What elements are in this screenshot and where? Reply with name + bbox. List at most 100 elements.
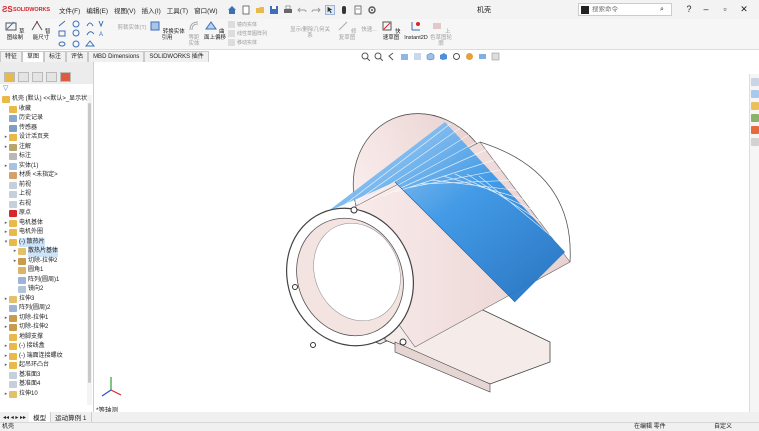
undo-icon[interactable]	[296, 5, 307, 15]
minimize-icon[interactable]: –	[700, 3, 712, 15]
menu-tools[interactable]: 工具(T)	[164, 5, 191, 15]
menu-edit[interactable]: 编辑(E)	[83, 5, 111, 15]
apply-scene-icon[interactable]	[478, 52, 487, 61]
tree-item[interactable]: 前视	[0, 181, 88, 191]
propertymanager-tab-icon[interactable]	[18, 72, 29, 82]
tree-item[interactable]: 传感器	[0, 124, 88, 134]
tree-item[interactable]: ▸ 电机外圈	[0, 228, 88, 238]
tree-item[interactable]: 收藏	[0, 105, 88, 115]
restore-icon[interactable]: ▫	[719, 3, 731, 15]
tree-item[interactable]: ▸ 电机基体	[0, 219, 88, 229]
offset-on-surface-button[interactable]: 曲面上偏移	[204, 20, 226, 41]
tree-item[interactable]: 右视	[0, 200, 88, 210]
edit-appearance-icon[interactable]	[465, 52, 474, 61]
instant2d-button[interactable]: Instant2D	[403, 20, 429, 41]
trim-entities-button[interactable]: 剪裁实体(T)	[116, 25, 148, 31]
tree-item[interactable]: 地脚支撑	[0, 333, 88, 343]
tree-item[interactable]: ▸ 拉伸10	[0, 390, 88, 400]
design-library-icon[interactable]	[751, 90, 759, 98]
tree-item[interactable]: ▸ 切除-拉伸2	[0, 323, 88, 333]
close-icon[interactable]: ✕	[738, 3, 750, 15]
dimxpertmanager-tab-icon[interactable]	[46, 72, 57, 82]
view-orientation-icon[interactable]	[426, 52, 435, 61]
file-explorer-icon[interactable]	[751, 102, 759, 110]
linear-pattern-button[interactable]: 线性草图阵列	[228, 30, 267, 37]
options-gear-icon[interactable]	[367, 5, 377, 15]
tree-item[interactable]: ▸ 拉伸3	[0, 295, 88, 305]
solidworks-logo[interactable]: ƧS SOLIDWORKS	[0, 5, 50, 14]
tree-item[interactable]: 材质 <未指定>	[0, 171, 88, 181]
new-document-icon[interactable]	[241, 5, 251, 15]
tree-item[interactable]: 阵列(圆周)1	[0, 276, 88, 286]
status-units[interactable]: 自定义	[714, 423, 732, 431]
repair-sketch-button[interactable]: 修复草图	[336, 20, 358, 41]
tab-evaluate[interactable]: 评估	[66, 51, 89, 62]
motor-housing-model[interactable]	[95, 62, 749, 412]
tree-item[interactable]: 上视	[0, 190, 88, 200]
tree-item[interactable]: ▸ 起吊环凸台	[0, 361, 88, 371]
display-style-icon[interactable]	[439, 52, 448, 61]
tab-sketch[interactable]: 草图	[22, 51, 45, 62]
hide-show-items-icon[interactable]	[452, 52, 461, 61]
tree-item[interactable]: 原点	[0, 209, 88, 219]
menu-file[interactable]: 文件(F)	[56, 5, 83, 15]
tree-item[interactable]: 镜向2	[0, 285, 88, 295]
tree-item[interactable]: ▸ 切除-拉伸2	[0, 257, 88, 267]
tree-item[interactable]: ▸ 注解	[0, 143, 88, 153]
view-settings-icon[interactable]	[491, 52, 500, 61]
feature-tree-scrollbar[interactable]	[87, 95, 92, 405]
sketch-button[interactable]: 草图绘制	[3, 20, 27, 41]
tab-mbd-dimensions[interactable]: MBD Dimensions	[88, 51, 145, 62]
tree-item[interactable]: 历史记录	[0, 114, 88, 124]
move-entities-button[interactable]: 移动实体	[228, 39, 257, 46]
zoom-to-fit-icon[interactable]	[361, 52, 370, 61]
search-input[interactable]	[592, 6, 660, 13]
sketch-tools-icons[interactable]: A	[57, 20, 107, 48]
configurationmanager-tab-icon[interactable]	[32, 72, 43, 82]
tab-features[interactable]: 特征	[0, 51, 23, 62]
file-properties-icon[interactable]	[353, 5, 363, 15]
tab-solidworks-addins[interactable]: SOLIDWORKS 插件	[144, 51, 209, 62]
rebuild-icon[interactable]	[339, 5, 349, 15]
tree-item[interactable]: ▸ (-) 接线盒	[0, 342, 88, 352]
tree-item[interactable]: ▸ 切除-拉伸1	[0, 314, 88, 324]
solidworks-resources-icon[interactable]	[751, 78, 759, 86]
offset-entities-button[interactable]: 等距实体	[186, 20, 202, 47]
tree-item[interactable]: ▸ 散热片基体	[0, 247, 88, 257]
zoom-to-area-icon[interactable]	[374, 52, 383, 61]
tab-nav-arrows-icon[interactable]: ◂◂ ◂ ▸ ▸▸	[0, 414, 29, 421]
featuremanager-tab-icon[interactable]	[4, 72, 15, 82]
filter-icon[interactable]: ▽	[0, 84, 93, 94]
menu-window[interactable]: 窗口(W)	[191, 5, 220, 15]
tab-model[interactable]: 模型	[29, 412, 52, 422]
quick-snaps-button[interactable]: 快速...	[360, 27, 378, 33]
rapid-sketch-button[interactable]: 快速草图	[380, 20, 402, 41]
view-palette-icon[interactable]	[751, 114, 759, 122]
help-icon[interactable]: ?	[683, 3, 695, 15]
custom-properties-icon[interactable]	[751, 138, 759, 146]
scrollbar-thumb[interactable]	[88, 103, 91, 383]
select-arrow-icon[interactable]	[324, 4, 335, 15]
convert-entities-button[interactable]: 转换实体引用	[148, 20, 186, 41]
appearances-icon[interactable]	[751, 126, 759, 134]
graphics-area[interactable]	[95, 62, 749, 412]
tree-item[interactable]: 基准面4	[0, 380, 88, 390]
print-icon[interactable]	[283, 5, 293, 15]
tree-item[interactable]: ▸ (-) 端面连接螺纹	[0, 352, 88, 362]
smart-dimension-button[interactable]: 智能尺寸	[29, 20, 53, 41]
redo-icon[interactable]	[311, 5, 321, 15]
menu-insert[interactable]: 插入(I)	[139, 5, 164, 15]
section-view-icon[interactable]	[400, 52, 409, 61]
tree-item[interactable]: ▸ 实体(1)	[0, 162, 88, 172]
tree-item[interactable]: 基准面3	[0, 371, 88, 381]
tree-item[interactable]: ▸ 设计活页夹	[0, 133, 88, 143]
open-folder-icon[interactable]	[255, 5, 265, 15]
save-icon[interactable]	[269, 5, 279, 15]
tree-item[interactable]: 阵列(圆周)2	[0, 304, 88, 314]
tree-root-part[interactable]: 机壳 (默认) <<默认>_显示状	[0, 95, 88, 105]
tree-item[interactable]: 圆角1	[0, 266, 88, 276]
tab-markup[interactable]: 标注	[44, 51, 67, 62]
tree-item[interactable]: ▾ (-) 散热片	[0, 237, 88, 247]
search-icon[interactable]: ⌕	[660, 6, 664, 14]
tree-item[interactable]: 标注	[0, 152, 88, 162]
